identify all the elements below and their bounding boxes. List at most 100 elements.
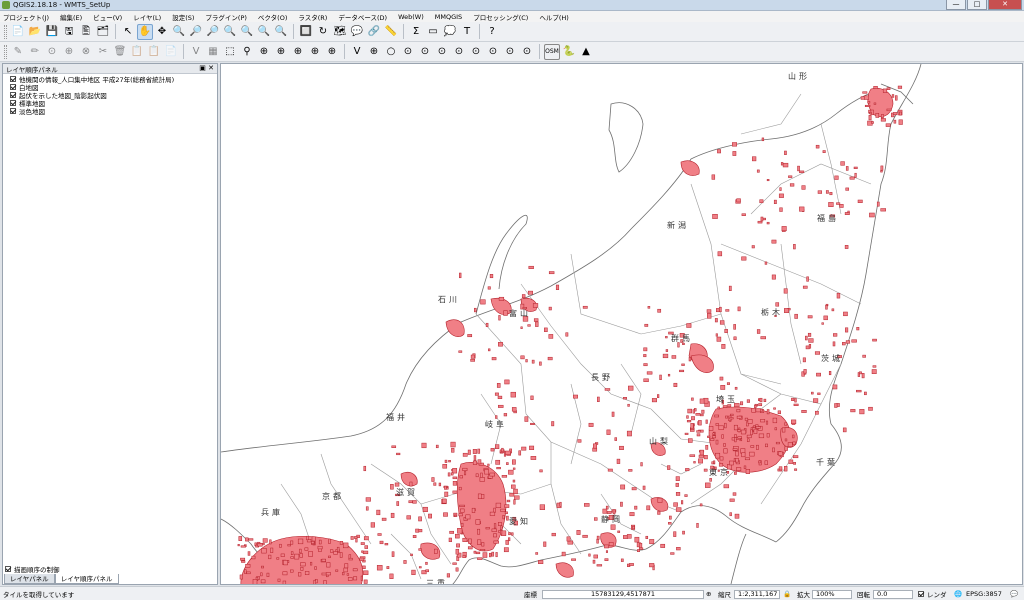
layer-visibility-checkbox[interactable]: [10, 100, 16, 106]
render-order-checkbox[interactable]: [5, 566, 11, 572]
toolbar2-tool-5-icon[interactable]: ✂: [95, 44, 111, 60]
toolbar2-tool-6-icon[interactable]: 🗑: [112, 44, 128, 60]
toolbar1-tool-9-icon[interactable]: 🔍: [171, 24, 187, 40]
render-checkbox[interactable]: [918, 591, 924, 597]
toolbar2-tool-31-icon[interactable]: 🐍: [561, 44, 577, 60]
menu-item-3[interactable]: レイヤ(L): [133, 12, 161, 22]
toolbar1-tool-20-icon[interactable]: 🔗: [366, 24, 382, 40]
crs-label[interactable]: EPSG:3857: [966, 589, 1002, 599]
toolbar1-tool-16-icon[interactable]: 🔲: [298, 24, 314, 40]
toolbar2-tool-26-icon[interactable]: ⊙: [468, 44, 484, 60]
toolbar2-tool-7-icon[interactable]: 📋: [129, 44, 145, 60]
coordinate-field[interactable]: 15783129,4517871: [542, 589, 704, 599]
toolbar2-tool-23-icon[interactable]: ⊙: [417, 44, 433, 60]
toolbar1-tool-23-icon[interactable]: ▭: [425, 24, 441, 40]
toolbar1-tool-12-icon[interactable]: 🔍: [222, 24, 238, 40]
toolbar2-tool-30-icon[interactable]: OSM: [544, 43, 560, 60]
scale-field[interactable]: 1:2,311,167: [734, 589, 780, 599]
render-order-control[interactable]: 描画順序の制御: [5, 565, 60, 574]
toolbar1-tool-13-icon[interactable]: 🔍: [239, 24, 255, 40]
toolbar2-tool-2-icon[interactable]: ⊙: [44, 44, 60, 60]
menu-item-4[interactable]: 設定(S): [172, 12, 194, 22]
menu-item-9[interactable]: Web(W): [398, 13, 424, 21]
toolbar2-tool-27-icon[interactable]: ⊙: [485, 44, 501, 60]
toolbar1-tool-22-icon[interactable]: Σ: [408, 24, 424, 40]
toolbar-grip[interactable]: [4, 24, 7, 39]
toolbar2-tool-1-icon[interactable]: ✏: [27, 44, 43, 60]
toolbar2-tool-13-icon[interactable]: ⚲: [239, 44, 255, 60]
toolbar1-tool-15-icon[interactable]: 🔍: [273, 24, 289, 40]
tab-layer-order-panel[interactable]: レイヤ順序パネル: [54, 574, 119, 584]
lock-scale-icon[interactable]: 🔒: [783, 589, 791, 599]
toolbar2-tool-20-icon[interactable]: ⊕: [366, 44, 382, 60]
toolbar1-tool-0-icon[interactable]: 📄: [10, 24, 26, 40]
toolbar2-tool-18-icon[interactable]: ⊕: [324, 44, 340, 60]
messages-icon[interactable]: 💬: [1010, 589, 1018, 599]
toolbar2-tool-12-icon[interactable]: ⬚: [222, 44, 238, 60]
toolbar2-tool-0-icon[interactable]: ✎: [10, 44, 26, 60]
toolbar2-tool-29-icon[interactable]: ⊙: [519, 44, 535, 60]
menu-item-6[interactable]: ベクタ(O): [258, 12, 287, 22]
toolbar1-tool-1-icon[interactable]: 📂: [27, 24, 43, 40]
menu-item-5[interactable]: プラグイン(P): [205, 12, 247, 22]
toolbar1-tool-10-icon[interactable]: 🔎: [188, 24, 204, 40]
layer-item[interactable]: 淡色地図: [10, 107, 217, 116]
toolbar2-tool-8-icon[interactable]: 📋: [146, 44, 162, 60]
toolbar1-tool-3-icon[interactable]: 🖫: [61, 24, 77, 40]
layer-visibility-checkbox[interactable]: [10, 108, 16, 114]
toolbar1-tool-26-icon[interactable]: ?: [484, 24, 500, 40]
toolbar1-tool-14-icon[interactable]: 🔍: [256, 24, 272, 40]
menu-item-11[interactable]: プロセッシング(C): [473, 12, 528, 22]
panel-float-close-icon[interactable]: ▣ ✕: [199, 64, 214, 72]
menu-item-12[interactable]: ヘルプ(H): [539, 12, 568, 22]
toolbar1-tool-5-icon[interactable]: 🗂: [95, 24, 111, 40]
menu-item-8[interactable]: データベース(D): [338, 12, 387, 22]
toolbar1-tool-6-icon[interactable]: ↖: [120, 24, 136, 40]
toolbar1-tool-11-icon[interactable]: 🔎: [205, 24, 221, 40]
toolbar2-tool-32-icon[interactable]: ▲: [578, 44, 594, 60]
toolbar1-tool-8-icon[interactable]: ✥: [154, 24, 170, 40]
minimize-button[interactable]: —: [946, 0, 966, 10]
toolbar2-tool-11-icon[interactable]: ▦: [205, 44, 221, 60]
toggle-extents-icon[interactable]: ⊕: [706, 589, 711, 599]
toolbar1-tool-18-icon[interactable]: 🗺: [332, 24, 348, 40]
toolbar1-tool-17-icon[interactable]: ↻: [315, 24, 331, 40]
toolbar2-tool-9-icon[interactable]: 📄: [163, 44, 179, 60]
toolbar1-tool-7-icon[interactable]: ✋: [137, 23, 153, 40]
map-canvas[interactable]: 山形 新潟 福島 石川 富山 群馬 栃木 長野 茨城 福井 岐阜 埼玉 山梨 東京 京都 滋賀 愛知 兵庫 静岡 千葉…: [220, 63, 1023, 585]
layer-item[interactable]: 他機関の情報_人口集中地区 平成27年(総務省統計局): [10, 75, 217, 84]
layer-visibility-checkbox[interactable]: [10, 92, 16, 98]
toolbar2-tool-14-icon[interactable]: ⊕: [256, 44, 272, 60]
toolbar2-tool-16-icon[interactable]: ⊕: [290, 44, 306, 60]
toolbar-grip[interactable]: [4, 44, 7, 59]
toolbar2-tool-15-icon[interactable]: ⊕: [273, 44, 289, 60]
toolbar2-tool-25-icon[interactable]: ⊙: [451, 44, 467, 60]
toolbar2-tool-24-icon[interactable]: ⊙: [434, 44, 450, 60]
layer-visibility-checkbox[interactable]: [10, 76, 16, 82]
toolbar1-tool-24-icon[interactable]: 💭: [442, 24, 458, 40]
toolbar1-tool-19-icon[interactable]: 💬: [349, 24, 365, 40]
toolbar2-tool-28-icon[interactable]: ⊙: [502, 44, 518, 60]
zoom-field[interactable]: 100%: [812, 589, 852, 599]
menu-item-10[interactable]: MMQGIS: [435, 13, 462, 21]
menu-item-0[interactable]: プロジェクト(J): [3, 12, 49, 22]
toolbar2-tool-10-icon[interactable]: V: [188, 44, 204, 60]
rotation-field[interactable]: 0.0: [873, 589, 913, 599]
toolbar1-tool-21-icon[interactable]: 📏: [383, 24, 399, 40]
toolbar2-tool-3-icon[interactable]: ⊕: [61, 44, 77, 60]
toolbar2-tool-17-icon[interactable]: ⊕: [307, 44, 323, 60]
toolbar1-tool-4-icon[interactable]: 🖺: [78, 24, 94, 40]
tab-layer-panel[interactable]: レイヤパネル: [4, 574, 55, 584]
maximize-button[interactable]: □: [967, 0, 987, 10]
crs-icon[interactable]: 🌐: [954, 589, 962, 599]
toolbar2-tool-22-icon[interactable]: ⊙: [400, 44, 416, 60]
menu-item-1[interactable]: 編集(E): [60, 12, 82, 22]
menu-item-7[interactable]: ラスタ(R): [298, 12, 327, 22]
menu-item-2[interactable]: ビュー(V): [93, 12, 122, 22]
close-button[interactable]: ✕: [988, 0, 1022, 10]
layer-visibility-checkbox[interactable]: [10, 84, 16, 90]
toolbar1-tool-25-icon[interactable]: T: [459, 24, 475, 40]
toolbar2-tool-19-icon[interactable]: V: [349, 44, 365, 60]
toolbar2-tool-4-icon[interactable]: ⊗: [78, 44, 94, 60]
toolbar2-tool-21-icon[interactable]: ○: [383, 44, 399, 60]
